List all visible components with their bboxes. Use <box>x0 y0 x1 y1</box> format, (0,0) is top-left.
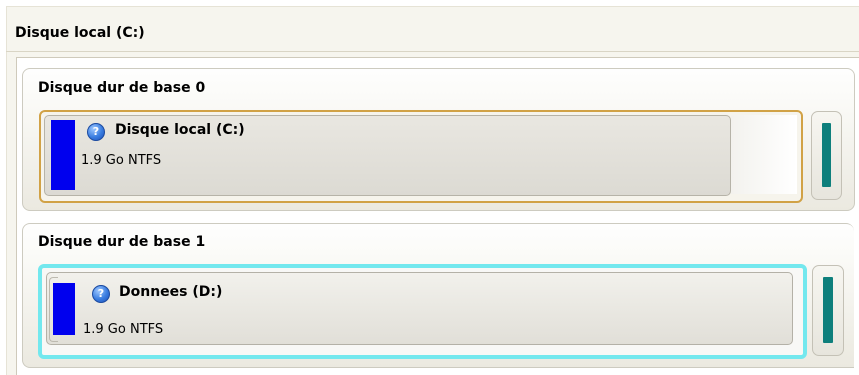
unallocated-space-1[interactable] <box>812 265 844 356</box>
partition-c-free-space <box>731 115 797 194</box>
partition-d[interactable]: ? Donnees (D:) 1.9 Go NTFS <box>46 272 793 345</box>
unallocated-indicator-0 <box>822 123 831 187</box>
unallocated-space-0[interactable] <box>811 111 842 200</box>
disk-0-panel: Disque dur de base 0 ? Disque local (C:)… <box>22 68 855 211</box>
partition-c-fill-bar <box>51 120 75 190</box>
disk-1-panel: Disque dur de base 1 ? Donnees (D:) 1.9 … <box>22 223 854 368</box>
title-separator <box>6 51 859 52</box>
disk-0-title: Disque dur de base 0 <box>38 80 206 96</box>
unallocated-indicator-1 <box>823 277 833 343</box>
partition-d-name: Donnees (D:) <box>119 284 223 300</box>
partition-c-info: 1.9 Go NTFS <box>81 153 162 168</box>
partition-c-selected[interactable]: ? Disque local (C:) 1.9 Go NTFS <box>39 110 803 203</box>
window-title: Disque local (C:) <box>15 25 145 41</box>
disk-1-title: Disque dur de base 1 <box>38 234 206 250</box>
partition-c-name: Disque local (C:) <box>115 122 245 138</box>
partition-d-fill-bar <box>53 283 75 335</box>
partition-c[interactable]: ? Disque local (C:) 1.9 Go NTFS <box>44 115 731 196</box>
help-icon: ? <box>92 285 110 303</box>
partition-d-info: 1.9 Go NTFS <box>83 322 164 337</box>
partition-d-selected[interactable]: ? Donnees (D:) 1.9 Go NTFS <box>38 264 807 359</box>
help-icon: ? <box>87 123 105 141</box>
